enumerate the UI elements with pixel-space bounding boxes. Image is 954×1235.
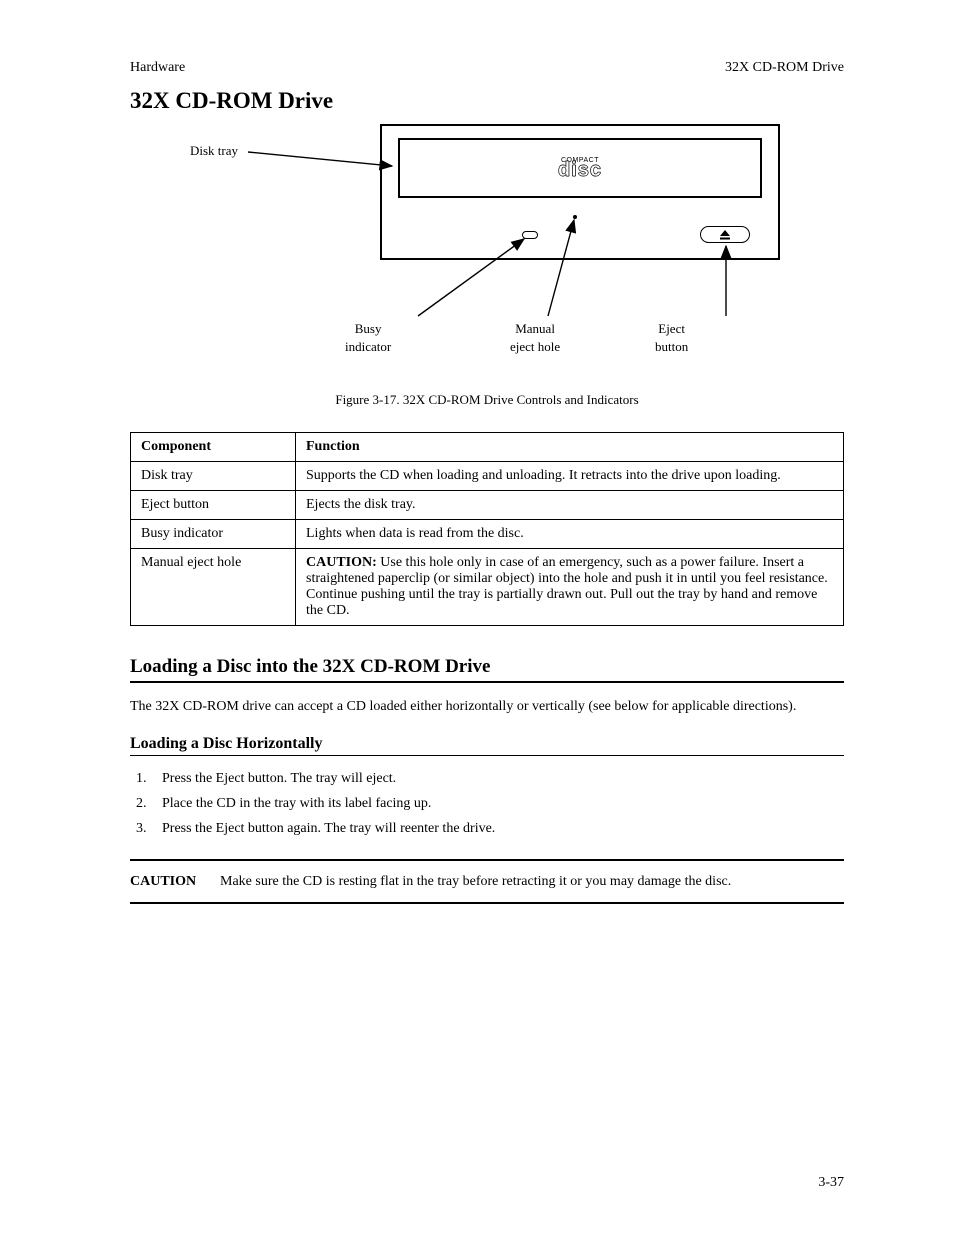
header-right: 32X CD-ROM Drive bbox=[725, 60, 844, 76]
figure-caption: Figure 3-17. 32X CD-ROM Drive Controls a… bbox=[130, 392, 844, 408]
cell-function: Lights when data is read from the disc. bbox=[296, 520, 844, 549]
section-title: 32X CD-ROM Drive bbox=[130, 88, 844, 114]
table-row: Disk tray Supports the CD when loading a… bbox=[131, 462, 844, 491]
figure-diagram: COMPACT disc D bbox=[130, 124, 844, 384]
cell-component: Disk tray bbox=[131, 462, 296, 491]
caution-block: CAUTION Make sure the CD is resting flat… bbox=[130, 859, 844, 904]
caution-label: CAUTION bbox=[130, 871, 220, 892]
table-row: Eject button Ejects the disk tray. bbox=[131, 491, 844, 520]
disk-tray: COMPACT disc bbox=[398, 138, 762, 198]
loading-steps: 1.Press the Eject button. The tray will … bbox=[136, 768, 844, 839]
callout-disk-tray: Disk tray bbox=[190, 142, 238, 160]
list-item: 1.Press the Eject button. The tray will … bbox=[136, 768, 844, 790]
caution-body: Make sure the CD is resting flat in the … bbox=[220, 871, 731, 892]
cell-function: Ejects the disk tray. bbox=[296, 491, 844, 520]
caution-prefix: CAUTION: bbox=[306, 555, 377, 570]
cell-function: Supports the CD when loading and unloadi… bbox=[296, 462, 844, 491]
components-table: Component Function Disk tray Supports th… bbox=[130, 432, 844, 626]
table-row: Manual eject hole CAUTION: Use this hole… bbox=[131, 549, 844, 626]
callout-busy-indicator: Busyindicator bbox=[345, 320, 391, 355]
eject-button bbox=[700, 226, 750, 243]
drive-bezel: COMPACT disc bbox=[380, 124, 780, 260]
col-component: Component bbox=[131, 433, 296, 462]
busy-indicator-led bbox=[522, 231, 538, 239]
header-left: Hardware bbox=[130, 60, 185, 76]
compact-disc-logo: COMPACT disc bbox=[558, 157, 602, 179]
col-function: Function bbox=[296, 433, 844, 462]
loading-intro: The 32X CD-ROM drive can accept a CD loa… bbox=[130, 697, 844, 717]
cell-component: Eject button bbox=[131, 491, 296, 520]
cell-component: Manual eject hole bbox=[131, 549, 296, 626]
loading-section-title: Loading a Disc into the 32X CD-ROM Drive bbox=[130, 656, 844, 683]
page-number: 3-37 bbox=[818, 1175, 844, 1191]
table-header-row: Component Function bbox=[131, 433, 844, 462]
caution-text: Use this hole only in case of an emergen… bbox=[306, 555, 828, 618]
list-item: 2.Place the CD in the tray with its labe… bbox=[136, 793, 844, 815]
loading-horizontal-title: Loading a Disc Horizontally bbox=[130, 735, 844, 756]
list-item: 3.Press the Eject button again. The tray… bbox=[136, 818, 844, 840]
table-row: Busy indicator Lights when data is read … bbox=[131, 520, 844, 549]
cell-component: Busy indicator bbox=[131, 520, 296, 549]
eject-icon bbox=[719, 230, 731, 240]
callout-eject-button: Ejectbutton bbox=[655, 320, 688, 355]
cell-function: CAUTION: Use this hole only in case of a… bbox=[296, 549, 844, 626]
callout-manual-eject-hole: Manualeject hole bbox=[510, 320, 560, 355]
manual-eject-hole bbox=[573, 215, 577, 219]
